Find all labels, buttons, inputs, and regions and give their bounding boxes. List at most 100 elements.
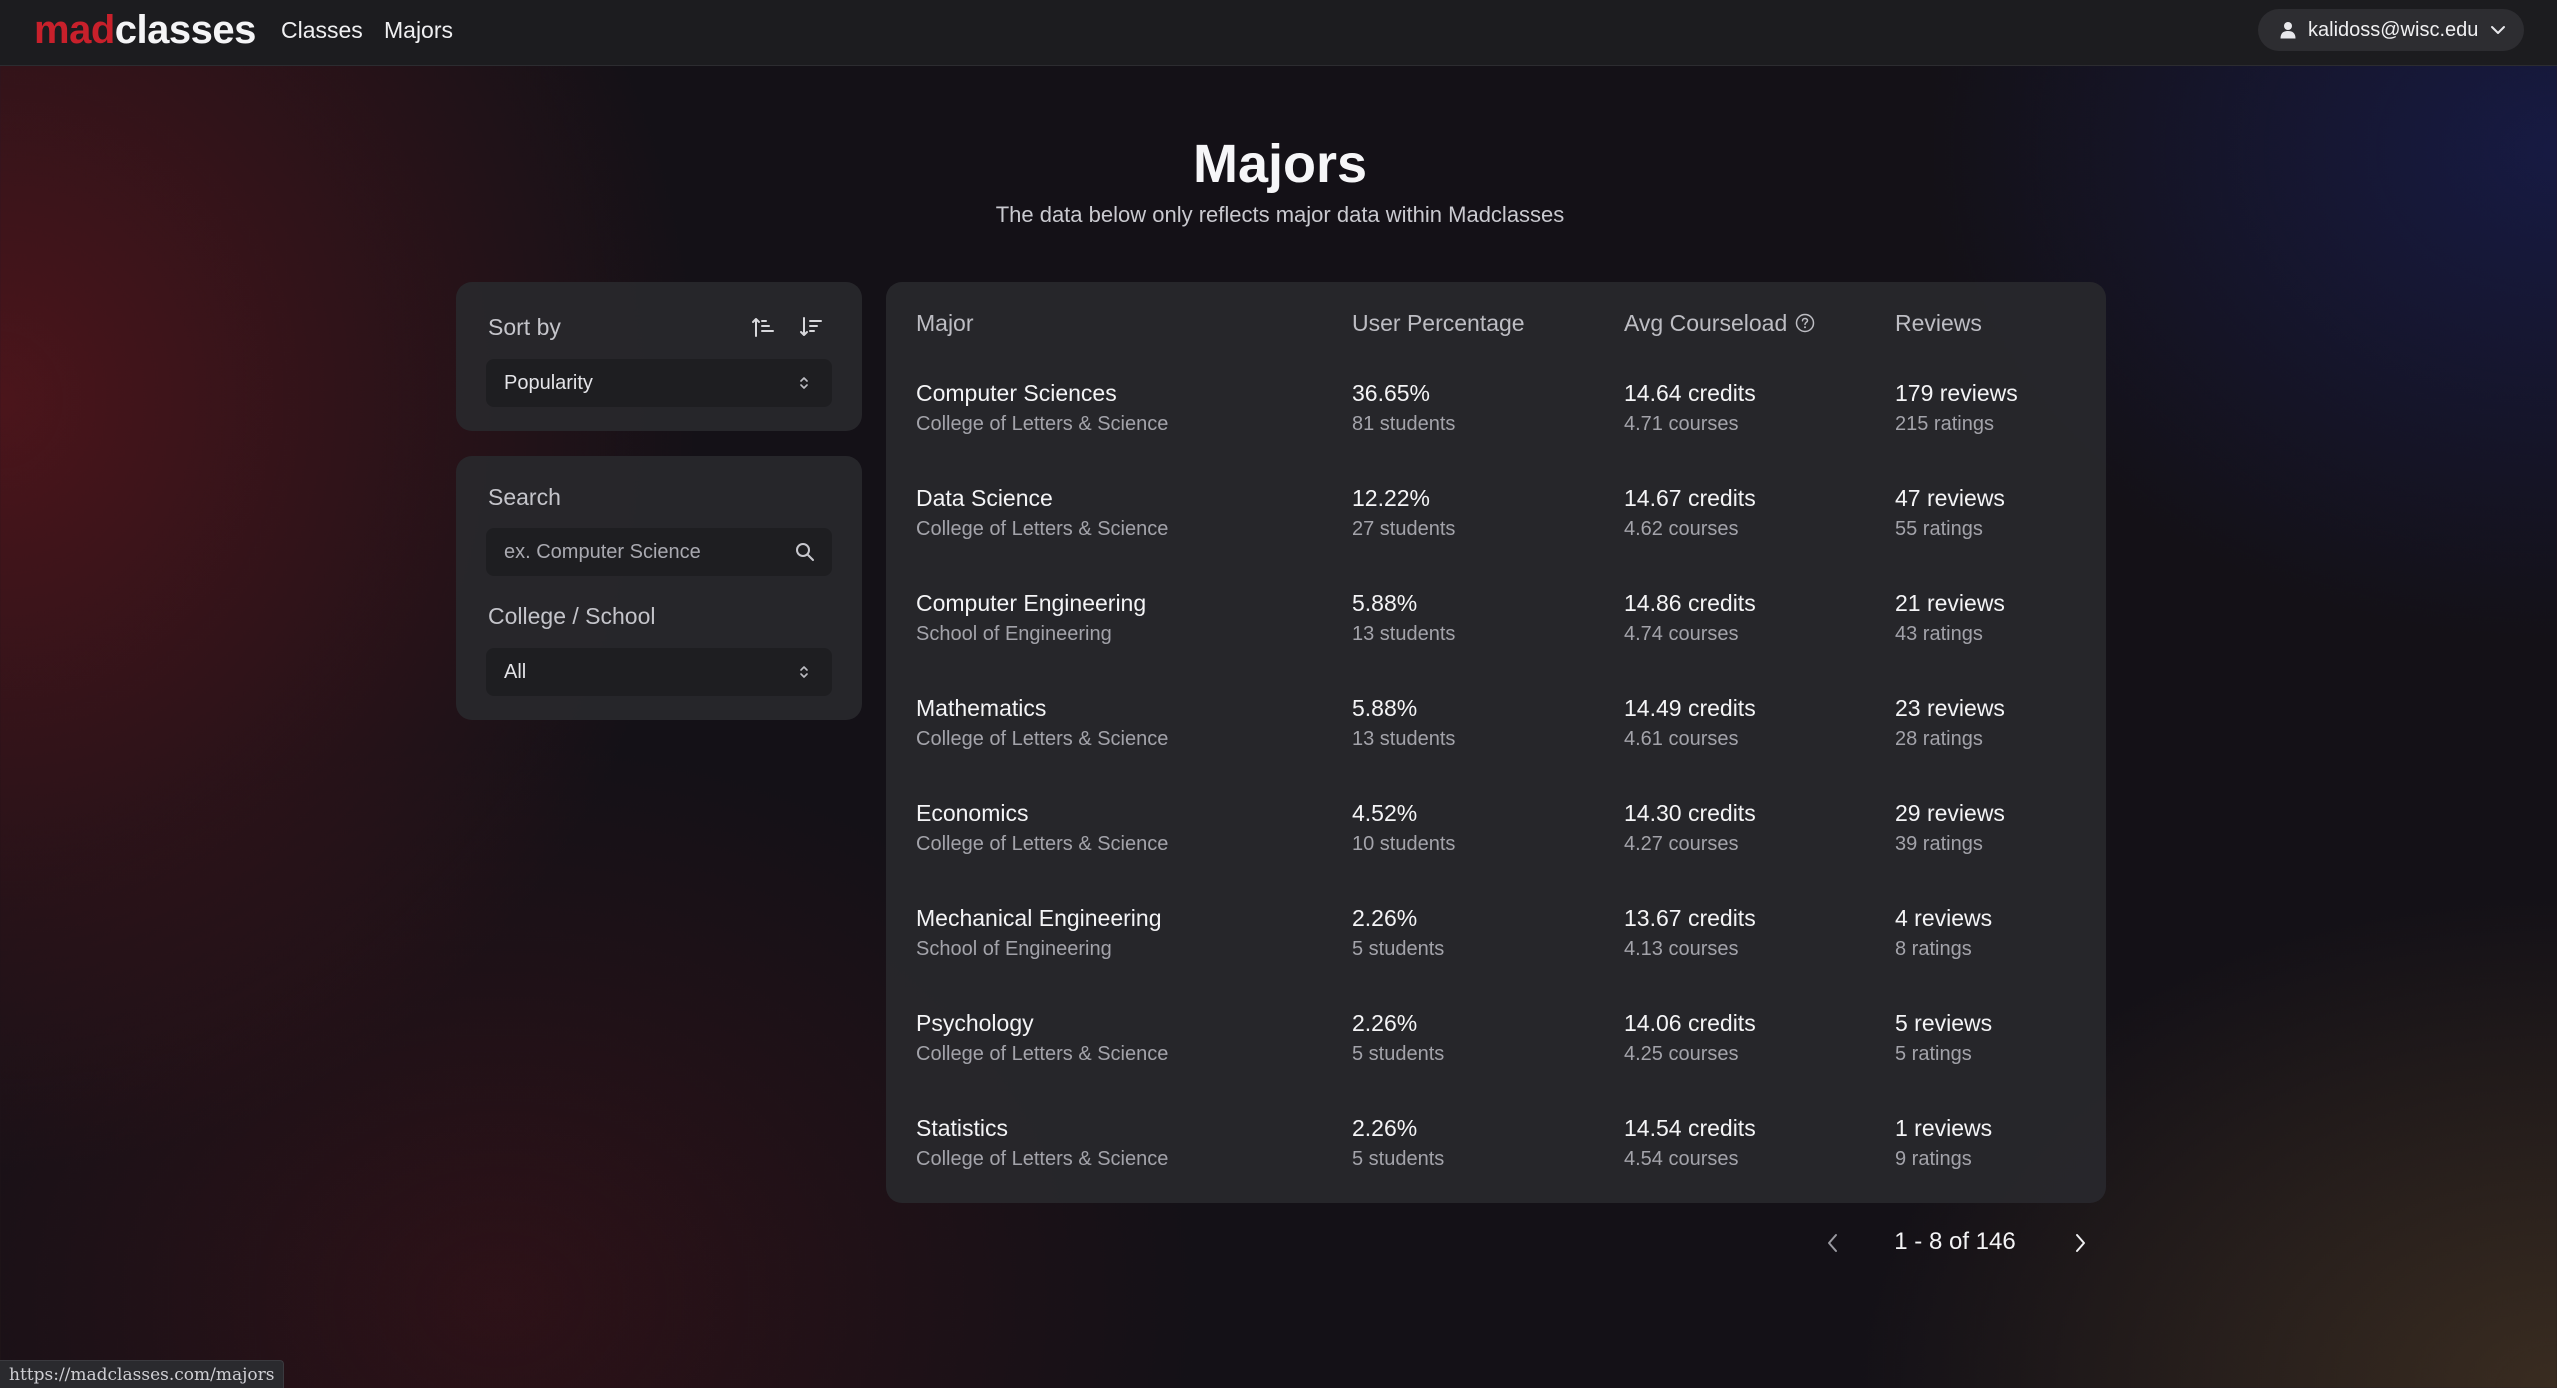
search-input[interactable]: ex. Computer Science: [486, 528, 832, 576]
search-placeholder: ex. Computer Science: [504, 540, 701, 563]
major-name: Economics: [916, 800, 1029, 826]
avg-credits: 14.67 credits: [1624, 485, 1756, 511]
header-major-label: Major: [916, 310, 974, 336]
student-count: 5 students: [1352, 1043, 1445, 1065]
table-row[interactable]: Mechanical Engineering School of Enginee…: [886, 903, 2106, 1008]
sort-label: Sort by: [488, 314, 561, 340]
major-school: College of Letters & Science: [916, 518, 1169, 540]
student-count: 81 students: [1352, 413, 1456, 435]
avg-courses: 4.74 courses: [1624, 623, 1739, 645]
avg-credits: 14.30 credits: [1624, 800, 1756, 826]
sort-panel: Sort by Popularity: [456, 282, 862, 431]
major-school: College of Letters & Science: [916, 413, 1169, 435]
review-count: 47 reviews: [1895, 485, 2005, 511]
logo-mad: mad: [34, 8, 115, 52]
nav-link-majors[interactable]: Majors: [384, 16, 453, 44]
sort-ascending-icon[interactable]: [748, 312, 778, 342]
avg-courses: 4.71 courses: [1624, 413, 1739, 435]
rating-count: 28 ratings: [1895, 728, 1983, 750]
select-updown-icon: [798, 373, 810, 393]
major-name: Psychology: [916, 1010, 1034, 1036]
page-subtitle: The data below only reflects major data …: [995, 202, 1565, 227]
major-school: School of Engineering: [916, 623, 1112, 645]
review-count: 4 reviews: [1895, 905, 1993, 931]
header-avg-courseload-label: Avg Courseload: [1624, 310, 1788, 336]
avg-courses: 4.62 courses: [1624, 518, 1739, 540]
help-circle-icon[interactable]: [1795, 313, 1815, 333]
user-percentage: 2.26%: [1352, 1010, 1418, 1036]
college-select[interactable]: All: [486, 648, 832, 696]
student-count: 27 students: [1352, 518, 1456, 540]
logo-classes: classes: [114, 8, 257, 52]
header-user-percentage-label: User Percentage: [1352, 310, 1525, 336]
nav-link-classes[interactable]: Classes: [281, 16, 363, 44]
select-updown-icon: [798, 662, 810, 682]
review-count: 5 reviews: [1895, 1010, 1993, 1036]
major-name: Mathematics: [916, 695, 1047, 721]
rating-count: 43 ratings: [1895, 623, 1983, 645]
major-school: College of Letters & Science: [916, 1148, 1169, 1170]
student-count: 13 students: [1352, 728, 1456, 750]
avg-credits: 13.67 credits: [1624, 905, 1756, 931]
major-school: College of Letters & Science: [916, 728, 1169, 750]
header-major[interactable]: Major: [916, 308, 974, 338]
sort-select[interactable]: Popularity: [486, 359, 832, 407]
rating-count: 5 ratings: [1895, 1043, 1972, 1065]
student-count: 13 students: [1352, 623, 1456, 645]
table-row[interactable]: Computer Engineering School of Engineeri…: [886, 588, 2106, 693]
college-select-value: All: [504, 660, 527, 683]
header-user-percentage[interactable]: User Percentage: [1352, 308, 1525, 338]
avg-courses: 4.13 courses: [1624, 938, 1739, 960]
user-percentage: 2.26%: [1352, 905, 1418, 931]
header-reviews-label: Reviews: [1895, 310, 1982, 336]
avg-credits: 14.49 credits: [1624, 695, 1756, 721]
user-percentage: 4.52%: [1352, 800, 1418, 826]
rating-count: 55 ratings: [1895, 518, 1983, 540]
review-count: 21 reviews: [1895, 590, 2005, 616]
search-label: Search: [488, 484, 561, 510]
filter-panel: Search ex. Computer Science College / Sc…: [456, 456, 862, 720]
chevron-down-icon: [2490, 25, 2506, 35]
avg-credits: 14.06 credits: [1624, 1010, 1756, 1036]
table-row[interactable]: Data Science College of Letters & Scienc…: [886, 483, 2106, 588]
sort-descending-icon[interactable]: [796, 312, 826, 342]
review-count: 1 reviews: [1895, 1115, 1993, 1141]
majors-table: Major User Percentage Avg Courseload Rev…: [886, 282, 2106, 1203]
page-title: Majors: [1192, 134, 1368, 194]
search-icon[interactable]: [794, 541, 816, 563]
avg-courses: 4.61 courses: [1624, 728, 1739, 750]
major-name: Computer Sciences: [916, 380, 1117, 406]
status-bar-url: https://madclasses.com/majors: [0, 1360, 285, 1388]
header-avg-courseload[interactable]: Avg Courseload: [1624, 308, 1815, 338]
top-navbar: madclasses Classes Majors kalidoss@wisc.…: [0, 0, 2557, 66]
table-row[interactable]: Economics College of Letters & Science 4…: [886, 798, 2106, 903]
avg-courses: 4.25 courses: [1624, 1043, 1739, 1065]
rating-count: 215 ratings: [1895, 413, 1994, 435]
review-count: 179 reviews: [1895, 380, 2018, 406]
student-count: 10 students: [1352, 833, 1456, 855]
table-row[interactable]: Statistics College of Letters & Science …: [886, 1113, 2106, 1218]
chevron-left-icon: [1826, 1232, 1840, 1254]
table-row[interactable]: Mathematics College of Letters & Science…: [886, 693, 2106, 798]
major-name: Computer Engineering: [916, 590, 1147, 616]
user-percentage: 2.26%: [1352, 1115, 1418, 1141]
major-name: Mechanical Engineering: [916, 905, 1162, 931]
sort-select-value: Popularity: [504, 371, 593, 394]
header-reviews[interactable]: Reviews: [1895, 308, 1982, 338]
major-school: College of Letters & Science: [916, 1043, 1169, 1065]
table-row[interactable]: Psychology College of Letters & Science …: [886, 1008, 2106, 1113]
table-row[interactable]: Computer Sciences College of Letters & S…: [886, 378, 2106, 483]
next-page-button[interactable]: [2065, 1228, 2095, 1258]
major-name: Statistics: [916, 1115, 1009, 1141]
avg-courses: 4.54 courses: [1624, 1148, 1739, 1170]
user-icon: [2280, 21, 2296, 39]
logo[interactable]: madclasses: [34, 4, 256, 56]
student-count: 5 students: [1352, 938, 1445, 960]
avg-credits: 14.64 credits: [1624, 380, 1756, 406]
user-menu-button[interactable]: kalidoss@wisc.edu: [2258, 9, 2524, 51]
user-percentage: 5.88%: [1352, 695, 1418, 721]
chevron-right-icon: [2073, 1232, 2087, 1254]
college-label: College / School: [488, 603, 656, 629]
review-count: 29 reviews: [1895, 800, 2005, 826]
prev-page-button[interactable]: [1818, 1228, 1848, 1258]
